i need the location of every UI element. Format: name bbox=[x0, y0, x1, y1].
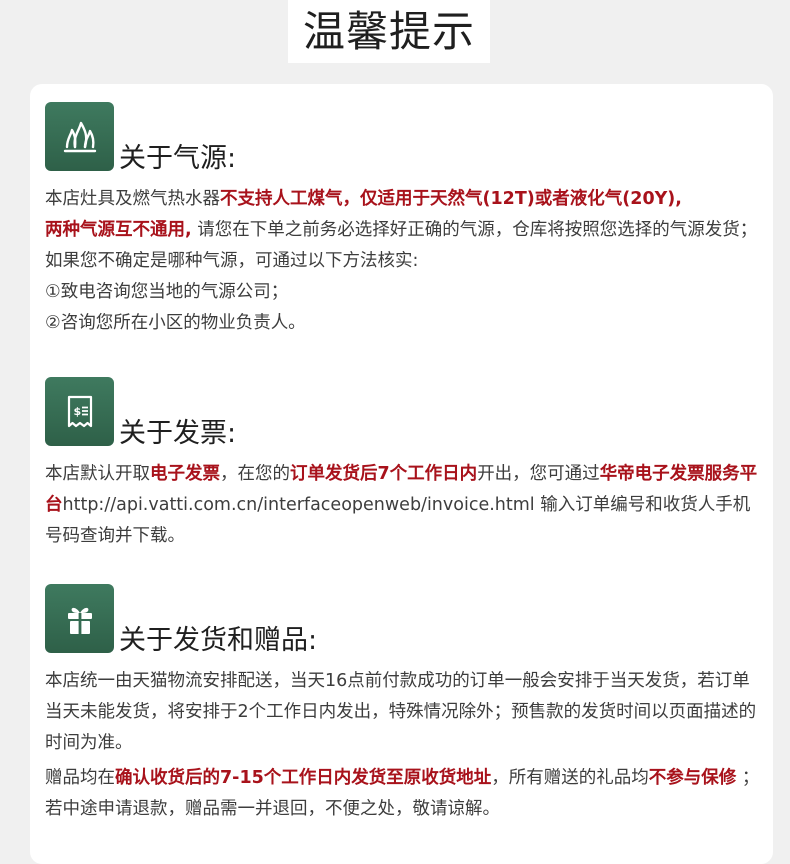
gas-highlight-1: 不支持人工煤气，仅适用于天然气(12T)或者液化气(20Y), bbox=[220, 189, 682, 209]
invoice-text-4: http://api.vatti.com.cn/interfaceopenweb… bbox=[45, 495, 751, 546]
receipt-dollar-icon: $ bbox=[45, 377, 114, 446]
section-invoice-body: 本店默认开取电子发票，在您的订单发货后7个工作日内开出，您可通过华帝电子发票服务… bbox=[45, 459, 760, 552]
section-invoice-heading: 关于发票: bbox=[119, 417, 237, 449]
section-gas-header: 关于气源: bbox=[45, 102, 760, 174]
shipping-text-2: ，所有赠送的礼品均 bbox=[491, 768, 649, 788]
invoice-paragraph: 本店默认开取电子发票，在您的订单发货后7个工作日内开出，您可通过华帝电子发票服务… bbox=[45, 459, 760, 552]
invoice-highlight-1: 电子发票 bbox=[150, 464, 220, 484]
svg-text:$: $ bbox=[73, 405, 81, 418]
invoice-text-2: ，在您的 bbox=[220, 464, 290, 484]
shipping-paragraph-2: 赠品均在确认收货后的7-15个工作日内发货至原收货地址，所有赠送的礼品均不参与保… bbox=[45, 763, 760, 825]
page-title-box: 温馨提示 bbox=[288, 0, 490, 63]
section-shipping-header: 关于发货和赠品: bbox=[45, 584, 760, 656]
section-gas: 关于气源: 本店灶具及燃气热水器不支持人工煤气，仅适用于天然气(12T)或者液化… bbox=[45, 102, 760, 339]
section-invoice-header: $ 关于发票: bbox=[45, 377, 760, 449]
shipping-text-1: 赠品均在 bbox=[45, 768, 115, 788]
shipping-highlight-2: 不参与保修 bbox=[648, 768, 737, 788]
notice-card: 关于气源: 本店灶具及燃气热水器不支持人工煤气，仅适用于天然气(12T)或者液化… bbox=[30, 84, 773, 864]
gas-text-1: 本店灶具及燃气热水器 bbox=[45, 189, 220, 209]
invoice-highlight-2: 订单发货后7个工作日内 bbox=[290, 464, 478, 484]
section-gas-body: 本店灶具及燃气热水器不支持人工煤气，仅适用于天然气(12T)或者液化气(20Y)… bbox=[45, 184, 760, 339]
flame-icon bbox=[45, 102, 114, 171]
gas-paragraph: 本店灶具及燃气热水器不支持人工煤气，仅适用于天然气(12T)或者液化气(20Y)… bbox=[45, 184, 760, 277]
section-shipping: 关于发货和赠品: 本店统一由天猫物流安排配送，当天16点前付款成功的订单一般会安… bbox=[45, 584, 760, 825]
invoice-text-1: 本店默认开取 bbox=[45, 464, 150, 484]
gift-icon bbox=[45, 584, 114, 653]
shipping-highlight-1: 确认收货后的7-15个工作日内发货至原收货地址 bbox=[115, 768, 492, 788]
invoice-text-3: 开出，您可通过 bbox=[477, 464, 600, 484]
gas-item-2: ②咨询您所在小区的物业负责人。 bbox=[45, 313, 306, 333]
section-shipping-heading: 关于发货和赠品: bbox=[119, 624, 318, 656]
shipping-paragraph-1: 本店统一由天猫物流安排配送，当天16点前付款成功的订单一般会安排于当天发货，若订… bbox=[45, 671, 757, 753]
section-invoice: $ 关于发票: 本店默认开取电子发票，在您的订单发货后7个工作日内开出，您可通过… bbox=[45, 377, 760, 552]
gas-item-1: ①致电咨询您当地的气源公司； bbox=[45, 282, 289, 302]
section-shipping-body: 本店统一由天猫物流安排配送，当天16点前付款成功的订单一般会安排于当天发货，若订… bbox=[45, 666, 760, 825]
gas-highlight-2: 两种气源互不通用, bbox=[45, 220, 192, 240]
page-title: 温馨提示 bbox=[302, 6, 475, 56]
section-gas-heading: 关于气源: bbox=[119, 142, 237, 174]
